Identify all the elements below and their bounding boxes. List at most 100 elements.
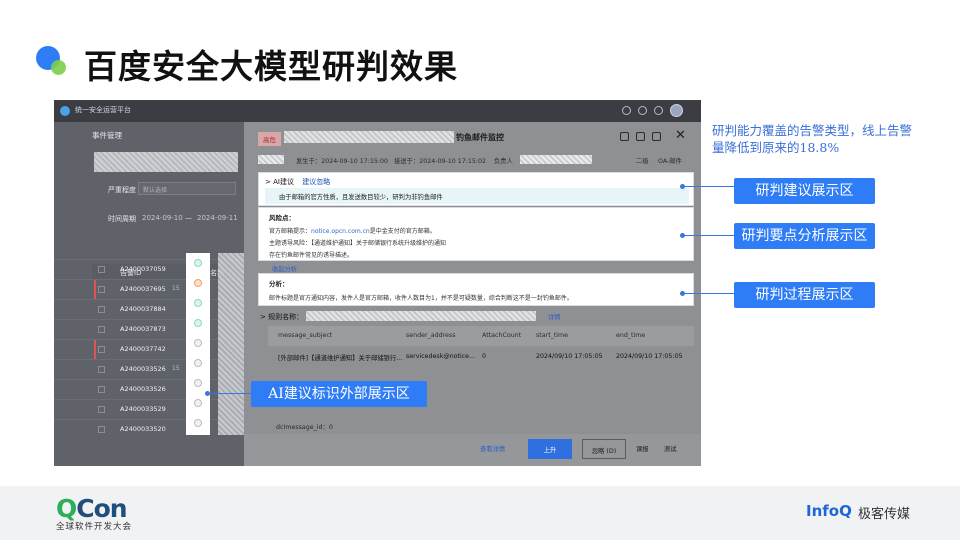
- blurred-title: [284, 131, 454, 143]
- ai-suggestion-status-icon[interactable]: [194, 259, 202, 267]
- row-checkbox[interactable]: [98, 366, 105, 373]
- owner-label: 负责人: [494, 158, 513, 165]
- risk-points-box: 风险点： 官方邮箱提示：notice.opcn.com.cn是中金支付的官方邮箱…: [258, 207, 694, 261]
- link-icon[interactable]: [652, 132, 661, 141]
- severity-select[interactable]: 默认选择: [138, 182, 236, 195]
- analysis-text: 邮件标题是官方通知内容，发件人是官方邮箱，收件人数目为1，并不是可疑数量，综合判…: [269, 295, 573, 302]
- app-logo-icon: [60, 106, 70, 116]
- row-checkbox[interactable]: [98, 306, 105, 313]
- td-start: 2024/09/10 17:05:05: [536, 353, 603, 360]
- row-checkbox[interactable]: [98, 326, 105, 333]
- th-attach: AttachCount: [482, 332, 522, 339]
- alarm-row[interactable]: A2400037059: [54, 259, 244, 279]
- user-icon[interactable]: [620, 132, 629, 141]
- rule-detail-link[interactable]: 详情: [548, 312, 561, 321]
- alarm-id[interactable]: A2400033529: [120, 405, 166, 413]
- callout-ai-mark: AI建议标识外部展示区: [251, 381, 427, 407]
- alarm-row[interactable]: A2400037873: [54, 319, 244, 339]
- alarm-row[interactable]: A2400037695 15: [54, 279, 244, 300]
- ai-suggestion-status-icon[interactable]: [194, 359, 202, 367]
- infoq-logo: InfoQ: [806, 502, 852, 520]
- report-button[interactable]: 课报: [636, 444, 649, 453]
- search-icon[interactable]: [622, 106, 631, 115]
- settings-icon[interactable]: [654, 106, 663, 115]
- row-checkbox[interactable]: [98, 406, 105, 413]
- th-end: end_time: [616, 332, 646, 339]
- alarm-row[interactable]: A2400033526 15: [54, 359, 244, 379]
- callout-suggestion: 研判建议展示区: [734, 178, 875, 204]
- alarm-id[interactable]: A2400037742: [120, 345, 166, 353]
- notification-icon[interactable]: [638, 106, 647, 115]
- ai-suggestion-status-icon[interactable]: [194, 299, 202, 307]
- ai-action[interactable]: 建议忽略: [302, 178, 330, 186]
- ai-suggestion-status-icon[interactable]: [194, 339, 202, 347]
- ai-suggestion-status-icon[interactable]: [194, 399, 202, 407]
- detail-title: 钓鱼邮件监控: [456, 133, 504, 142]
- official-mail-link[interactable]: notice.opcn.com.cn: [311, 228, 370, 235]
- connector-ai-mark: [209, 393, 251, 394]
- risk-line-2: 主题诱导风险：【通道维护通知】关于邮储银行系统升级维护的通知: [269, 240, 447, 247]
- row-checkbox[interactable]: [98, 286, 105, 293]
- alarm-row[interactable]: A2400037742: [54, 339, 244, 360]
- ai-suggestion-status-icon[interactable]: [194, 419, 202, 427]
- alarm-tag: 15: [172, 365, 180, 372]
- alarm-row[interactable]: A2400033529: [54, 399, 244, 419]
- alarm-id[interactable]: A2400037873: [120, 325, 166, 333]
- row-checkbox[interactable]: [98, 426, 105, 433]
- ai-suggestion-status-icon[interactable]: [194, 279, 202, 287]
- test-button[interactable]: 测试: [664, 444, 677, 453]
- row-checkbox[interactable]: [98, 386, 105, 393]
- time-label: 时间周期: [108, 215, 136, 223]
- close-icon[interactable]: ✕: [675, 128, 686, 143]
- blurred-rule-name: [306, 311, 536, 321]
- alarm-row[interactable]: A2400033520: [54, 419, 244, 439]
- fold-analysis-link[interactable]: 收起分析: [272, 264, 297, 273]
- td-end: 2024/09/10 17:05:05: [616, 353, 683, 360]
- qcon-q: Q: [56, 494, 77, 523]
- analysis-box: 分析： 邮件标题是官方通知内容，发件人是官方邮箱，收件人数目为1，并不是可疑数量…: [258, 273, 694, 306]
- row-checkbox[interactable]: [98, 346, 105, 353]
- qcon-subtitle: 全球软件开发大会: [56, 522, 133, 532]
- td-subject: [外部邮件]【通道维护通知】关于邮储银行...: [278, 355, 403, 362]
- view-details-link[interactable]: 查看详情: [480, 444, 505, 453]
- severity-label: 严重程度: [108, 186, 136, 194]
- dm-message-id: dcImessage_id：0: [276, 422, 333, 431]
- ai-suggestion-status-icon[interactable]: [194, 379, 202, 387]
- blurred-meta: [258, 155, 284, 164]
- connector-process: [684, 293, 734, 294]
- date-to[interactable]: 2024-09-11: [197, 214, 238, 222]
- alarm-id[interactable]: A2400033520: [120, 425, 166, 433]
- ignore-button[interactable]: 忽略 (D): [582, 439, 626, 459]
- user-avatar[interactable]: [670, 104, 683, 117]
- side-note: 研判能力覆盖的告警类型，线上告警量降低到原来的18.8%: [712, 123, 913, 155]
- list-icon[interactable]: [636, 132, 645, 141]
- chevron-right-icon[interactable]: >: [260, 313, 266, 321]
- td-sender: servicedesk@notice...: [406, 353, 476, 360]
- blurred-filter: [94, 152, 238, 172]
- dm-label: dcImessage_id：: [276, 424, 329, 431]
- alarm-row[interactable]: A2400037884: [54, 299, 244, 319]
- date-from[interactable]: 2024-09-10: [142, 214, 183, 222]
- occurred-at: 发生于：2024-09-10 17:15:00: [296, 158, 389, 165]
- received-at: 接送于：2024-09-10 17:15:02: [394, 158, 487, 165]
- ai-suggestion-status-icon[interactable]: [194, 319, 202, 327]
- connector-suggestion: [684, 186, 734, 187]
- td-attach: 0: [482, 353, 487, 360]
- qcon-rest: Con: [76, 494, 127, 523]
- match-table-row[interactable]: [外部邮件]【通道维护通知】关于邮储银行... servicedesk@noti…: [268, 346, 694, 368]
- upgrade-button[interactable]: 上升: [528, 439, 572, 459]
- th-sender: sender_address: [406, 332, 456, 339]
- row-checkbox[interactable]: [98, 266, 105, 273]
- expand-chevron-icon[interactable]: >: [265, 178, 271, 186]
- alarm-id[interactable]: A2400033526: [120, 385, 166, 393]
- title-bullet-icon: [36, 46, 70, 80]
- risk-line-3: 存在钓鱼邮件常见的诱导描述。: [269, 252, 354, 259]
- app-title: 统一安全运营平台: [75, 106, 131, 114]
- alarm-row[interactable]: A2400033526: [54, 379, 244, 399]
- alarm-id[interactable]: A2400037695: [120, 285, 166, 293]
- rule-label: 规则名称：: [268, 313, 304, 321]
- alarm-id[interactable]: A2400037059: [120, 265, 166, 273]
- priority-marker: [94, 340, 96, 360]
- alarm-id[interactable]: A2400037884: [120, 305, 166, 313]
- alarm-id[interactable]: A2400033526: [120, 365, 166, 373]
